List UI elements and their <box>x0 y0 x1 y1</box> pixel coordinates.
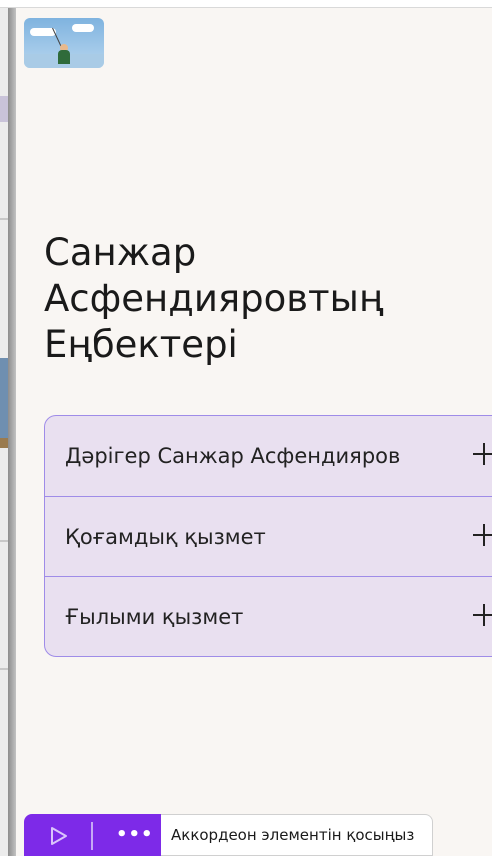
accordion-item[interactable]: Ғылыми қызмет <box>45 576 492 656</box>
title-line-2: Асфендияровтың <box>44 277 384 320</box>
play-icon[interactable] <box>50 826 68 846</box>
plus-icon[interactable] <box>473 524 492 546</box>
toolbar-divider <box>91 822 93 850</box>
add-accordion-item-button[interactable]: Аккордеон элементін қосыңыз <box>161 814 434 856</box>
more-options-icon[interactable]: ••• <box>116 824 154 845</box>
title-line-3: Еңбектері <box>44 323 238 366</box>
accordion-item-label: Дәрігер Санжар Асфендияров <box>65 444 401 468</box>
plus-icon[interactable] <box>473 443 492 465</box>
page-title: Санжар Асфендияровтың Еңбектері <box>44 230 464 368</box>
accordion-item-label: Қоғамдық қызмет <box>65 524 266 549</box>
accordion: Дәрігер Санжар Асфендияров Қоғамдық қызм… <box>44 415 492 657</box>
element-toolbar: ••• Аккордеон элементін қосыңыз <box>24 814 434 856</box>
toolbar-actions: ••• <box>24 814 161 856</box>
accordion-item[interactable]: Дәрігер Санжар Асфендияров <box>45 416 492 496</box>
app-frame: Санжар Асфендияровтың Еңбектері Дәрігер … <box>0 0 492 856</box>
plus-icon[interactable] <box>473 604 492 626</box>
page-thumbnail[interactable] <box>24 18 104 68</box>
window-top-edge <box>0 0 492 8</box>
accordion-item[interactable]: Қоғамдық қызмет <box>45 496 492 576</box>
title-line-1: Санжар <box>44 231 197 274</box>
editor-panel: Санжар Асфендияровтың Еңбектері Дәрігер … <box>16 8 492 856</box>
accordion-item-label: Ғылыми қызмет <box>65 604 244 629</box>
panel-shadow <box>8 8 16 856</box>
